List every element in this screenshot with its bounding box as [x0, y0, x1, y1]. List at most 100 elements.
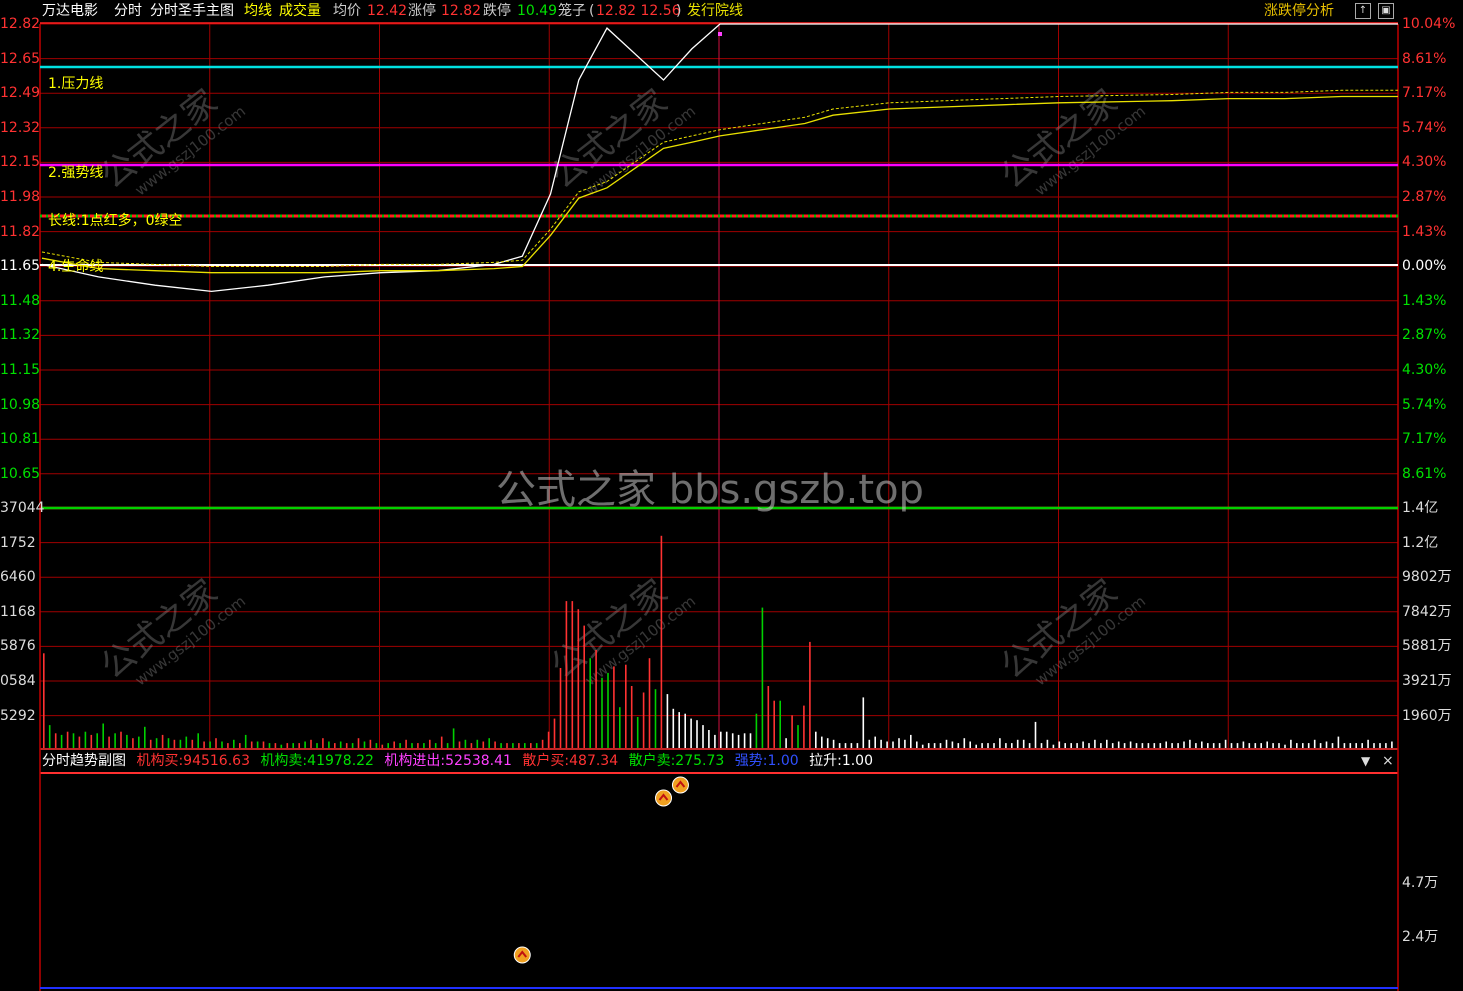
- volume-bar: [66, 731, 69, 748]
- volume-bar: [114, 733, 116, 748]
- sub-close-icon[interactable]: ×: [1382, 752, 1394, 770]
- scroll-up-icon[interactable]: ↑: [1355, 3, 1371, 19]
- volume-bar: [1278, 743, 1280, 748]
- volume-bar: [54, 733, 57, 748]
- volume-bar: [1070, 743, 1072, 748]
- axis-tick-label: 11.48: [0, 292, 41, 309]
- sub-menu-chevron-icon[interactable]: ▼: [1361, 752, 1370, 770]
- window-toggle-icon[interactable]: ▣: [1378, 3, 1394, 19]
- volume-bar: [803, 705, 805, 748]
- lift-marker: [513, 946, 531, 964]
- lift-label: 拉升:: [809, 753, 842, 769]
- axis-tick-label: 11.98: [0, 189, 41, 205]
- volume-bar: [880, 739, 882, 748]
- volume-bar: [1284, 744, 1286, 748]
- volume-bar: [1195, 743, 1197, 748]
- volume-bar: [84, 731, 87, 748]
- volume-bar: [1165, 741, 1167, 748]
- cage-close-paren: ): [676, 3, 682, 19]
- lift-value: 1.00: [841, 753, 873, 769]
- axis-tick-label: 1960万: [1402, 707, 1452, 724]
- volume-bar: [844, 743, 847, 748]
- volume-bar: [571, 601, 574, 748]
- volume-bar: [642, 692, 645, 748]
- volume-bar: [826, 738, 829, 748]
- volume-bar: [577, 609, 580, 748]
- volume-bar: [1331, 743, 1334, 748]
- axis-tick-label: 12.15: [0, 154, 41, 171]
- volume-bar: [1171, 743, 1173, 748]
- axis-tick-label: 2.87%: [1402, 327, 1447, 344]
- volume-bar: [625, 664, 627, 748]
- volume-bar: [636, 717, 639, 748]
- volume-bar: [1082, 741, 1084, 748]
- volume-bar: [72, 733, 75, 748]
- sub-title[interactable]: 分时趋势副图: [42, 753, 126, 769]
- dev-line-label[interactable]: 发行院线: [687, 2, 743, 20]
- volume-bar: [654, 689, 657, 748]
- volume-bar: [945, 739, 948, 748]
- volume-bar: [43, 653, 45, 748]
- volume-bar: [120, 731, 122, 748]
- volume-bar: [666, 694, 669, 748]
- strong-line-label: 2.强势线: [48, 165, 104, 181]
- volume-bar: [339, 741, 342, 748]
- volume-bar: [363, 741, 366, 748]
- volume-bar: [167, 738, 170, 748]
- volume-bar: [1100, 743, 1102, 748]
- volume-bar: [244, 734, 247, 748]
- volume-bar: [797, 725, 799, 748]
- analysis-link[interactable]: 涨跌停分析: [1264, 2, 1334, 20]
- volume-bar: [904, 739, 906, 748]
- volume-bar: [1028, 743, 1031, 748]
- axis-tick-label: 4.30%: [1402, 154, 1447, 171]
- axis-tick-label: 37044: [0, 500, 45, 516]
- strong-label: 强势:: [734, 753, 768, 769]
- volume-bar: [725, 731, 728, 748]
- volume-bar: [1212, 743, 1215, 748]
- axis-tick-label: 7842万: [1402, 603, 1452, 620]
- avg-line-label[interactable]: 均线: [244, 2, 272, 20]
- indicator-name[interactable]: 分时圣手主图: [150, 2, 234, 20]
- volume-bar: [1111, 743, 1114, 748]
- axis-tick-label: 0.00%: [1402, 258, 1447, 275]
- volume-bar: [1307, 743, 1310, 748]
- volume-bar: [565, 601, 568, 748]
- volume-bar: [1064, 743, 1066, 748]
- volume-bar: [1313, 739, 1316, 748]
- axis-tick-label: 4.30%: [1402, 362, 1447, 378]
- volume-bar: [1011, 743, 1013, 748]
- volume-bar: [731, 733, 734, 748]
- volume-bar: [785, 738, 787, 748]
- volume-bar: [446, 743, 449, 748]
- volume-label[interactable]: 成交量: [279, 2, 321, 20]
- volume-bar: [381, 744, 384, 748]
- volume-bar: [648, 658, 651, 748]
- volume-bar: [1230, 743, 1233, 748]
- volume-bar: [1325, 741, 1328, 748]
- volume-bar: [553, 718, 556, 748]
- inst-buy-value: 94516.63: [183, 753, 250, 769]
- volume-bar: [749, 733, 752, 748]
- volume-bar: [916, 741, 918, 748]
- retail-sell-label: 散户卖:: [628, 753, 676, 769]
- volume-bar: [310, 739, 312, 748]
- inst-net-value: 52538.41: [445, 753, 512, 769]
- volume-bar: [1254, 743, 1257, 748]
- axis-tick-label: 1.43%: [1402, 223, 1447, 240]
- volume-bar: [138, 736, 140, 748]
- volume-bar: [108, 736, 110, 748]
- axis-tick-label: 1.2亿: [1402, 534, 1439, 551]
- mode-label[interactable]: 分时: [114, 2, 142, 20]
- volume-bar: [541, 739, 544, 748]
- stock-name[interactable]: 万达电影: [42, 2, 98, 20]
- base-line-label: 4.生命线: [48, 259, 104, 275]
- volume-bar: [476, 739, 479, 748]
- volume-bar: [440, 736, 443, 748]
- axis-tick-label: 7.17%: [1402, 85, 1447, 102]
- volume-bar: [1373, 743, 1375, 748]
- volume-bar: [494, 741, 496, 748]
- volume-bar: [589, 658, 591, 748]
- volume-bar: [1052, 744, 1055, 748]
- volume-bar: [227, 743, 229, 748]
